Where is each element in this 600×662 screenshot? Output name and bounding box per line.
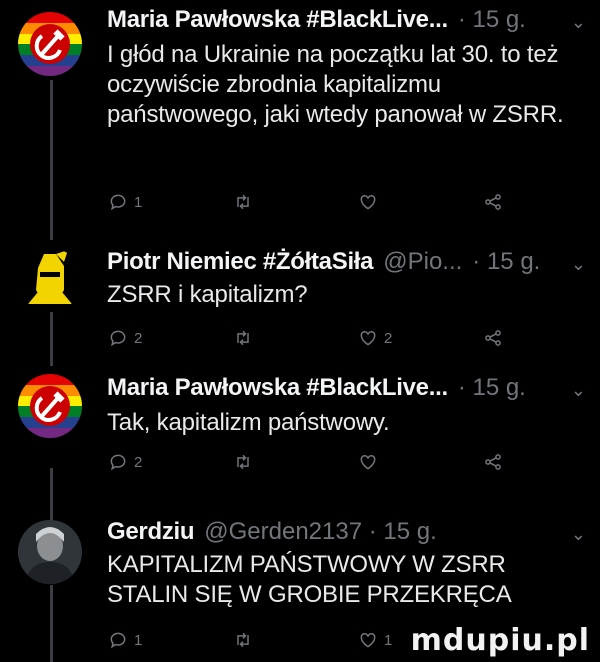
- reply-icon: [110, 330, 126, 347]
- tweet-text: KAPITALIZM PAŃSTWOWY W ZSRR STALIN SIĘ W…: [107, 551, 512, 608]
- retweet-button[interactable]: [233, 452, 253, 472]
- reply-button[interactable]: 2: [108, 328, 142, 348]
- tweet[interactable]: Maria Pawłowska #BlackLive... · 15 g. ⌄ …: [0, 0, 600, 240]
- heart-icon: [360, 330, 376, 346]
- author-handle[interactable]: @Gerden2137 · 15 g.: [204, 518, 437, 546]
- like-count: 1: [384, 631, 393, 649]
- author-name[interactable]: Maria Pawłowska #BlackLive...: [107, 6, 448, 34]
- watermark-logo: mdupiu.pl: [410, 623, 590, 658]
- tweet-time[interactable]: · 15 g.: [458, 374, 526, 402]
- avatar[interactable]: [18, 520, 82, 584]
- retweet-icon: [237, 330, 249, 346]
- like-count: 2: [384, 329, 393, 347]
- retweet-icon: [237, 632, 249, 648]
- author-name[interactable]: Maria Pawłowska #BlackLive...: [107, 374, 448, 402]
- portrait-avatar: [18, 520, 82, 584]
- share-button[interactable]: [483, 328, 503, 348]
- tweet-text: ZSRR i kapitalizm?: [107, 281, 308, 308]
- share-button[interactable]: [483, 452, 503, 472]
- reply-count: 1: [134, 631, 143, 649]
- retweet-button[interactable]: [233, 630, 253, 650]
- retweet-button[interactable]: [233, 192, 253, 212]
- retweet-icon: [237, 454, 249, 470]
- tweet-actions: 2 2: [108, 328, 508, 354]
- reply-count: 2: [134, 329, 143, 347]
- share-icon: [485, 330, 501, 346]
- tweet-actions: 2: [108, 452, 508, 478]
- chevron-down-icon[interactable]: ⌄: [571, 524, 586, 545]
- chevron-down-icon[interactable]: ⌄: [571, 254, 586, 275]
- reply-button[interactable]: 1: [108, 192, 142, 212]
- tweet-header: Maria Pawłowska #BlackLive... · 15 g.: [107, 6, 526, 34]
- knight-helmet-avatar: [28, 250, 72, 304]
- share-icon: [485, 194, 501, 210]
- tweet-text: I głód na Ukrainie na początku lat 30. t…: [107, 41, 564, 128]
- like-button[interactable]: [358, 452, 378, 472]
- chevron-down-icon[interactable]: ⌄: [571, 12, 586, 33]
- tweet-actions: 1: [108, 192, 508, 218]
- author-handle[interactable]: @Pio...: [383, 248, 462, 276]
- tweet[interactable]: Maria Pawłowska #BlackLive... · 15 g. ⌄ …: [0, 366, 600, 482]
- like-button[interactable]: 1: [358, 630, 392, 650]
- hammer-sickle-avatar: [18, 374, 82, 438]
- reply-icon: [110, 632, 126, 649]
- reply-count: 2: [134, 453, 143, 471]
- reply-icon: [110, 454, 126, 471]
- like-button[interactable]: 2: [358, 328, 392, 348]
- chevron-down-icon[interactable]: ⌄: [571, 380, 586, 401]
- share-icon: [485, 454, 501, 470]
- share-button[interactable]: [483, 192, 503, 212]
- tweet-header: Gerdziu @Gerden2137 · 15 g.: [107, 518, 437, 546]
- like-button[interactable]: [358, 192, 378, 212]
- retweet-icon: [237, 194, 249, 210]
- author-name[interactable]: Piotr Niemiec #ŻółtaSiła: [107, 248, 374, 276]
- tweet-header: Piotr Niemiec #ŻółtaSiła @Pio... · 15 g.: [107, 248, 540, 276]
- tweet-header: Maria Pawłowska #BlackLive... · 15 g.: [107, 374, 526, 402]
- reply-icon: [110, 194, 126, 211]
- heart-icon: [360, 454, 376, 470]
- tweet-time[interactable]: · 15 g.: [458, 6, 526, 34]
- tweet-time[interactable]: · 15 g.: [472, 248, 540, 276]
- avatar[interactable]: [18, 374, 82, 438]
- tweet-text: Tak, kapitalizm państwowy.: [107, 409, 390, 436]
- avatar[interactable]: [18, 248, 82, 312]
- tweet[interactable]: Piotr Niemiec #ŻółtaSiła @Pio... · 15 g.…: [0, 244, 600, 364]
- heart-icon: [360, 194, 376, 210]
- retweet-button[interactable]: [233, 328, 253, 348]
- author-name[interactable]: Gerdziu: [107, 518, 195, 546]
- heart-icon: [360, 632, 376, 648]
- avatar[interactable]: [18, 12, 82, 76]
- reply-button[interactable]: 2: [108, 452, 142, 472]
- reply-count: 1: [134, 193, 143, 211]
- reply-button[interactable]: 1: [108, 630, 142, 650]
- hammer-sickle-avatar: [18, 12, 82, 76]
